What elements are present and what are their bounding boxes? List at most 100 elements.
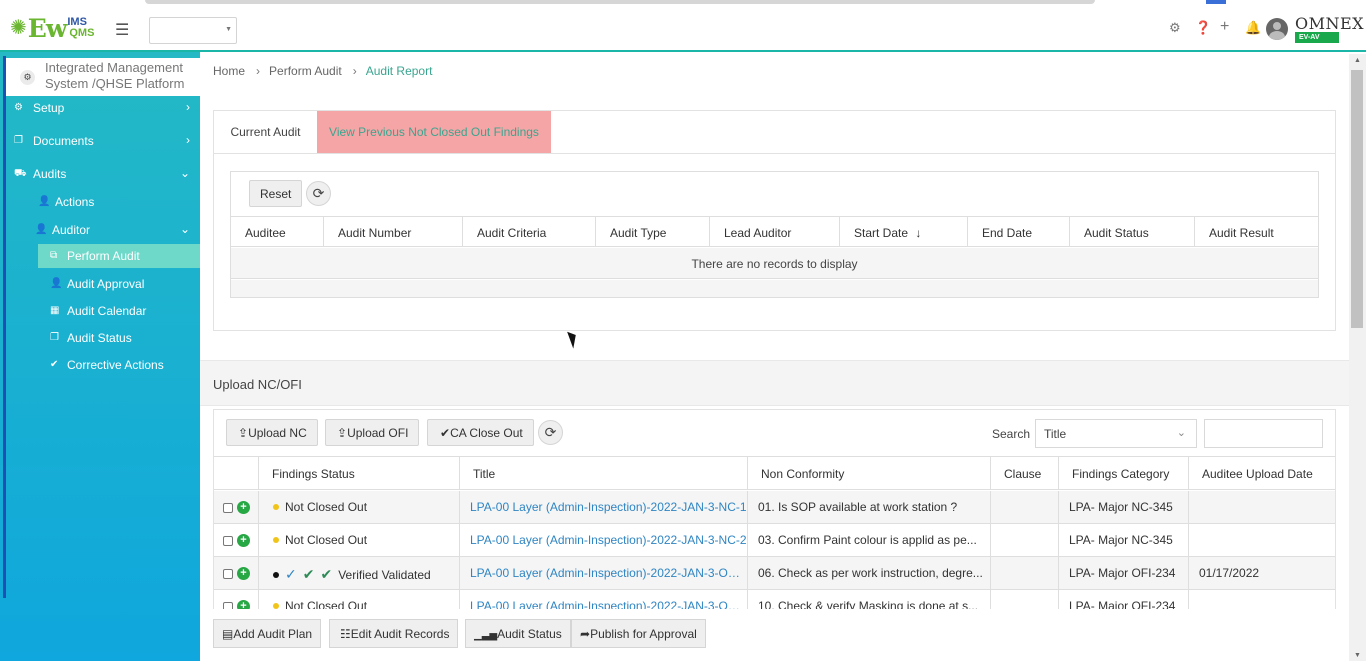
add-circle-icon[interactable]: + — [237, 534, 250, 547]
findings-header: Findings Status Title Non Conformity Cla… — [214, 456, 1335, 490]
finding-title-link[interactable]: LPA-00 Layer (Admin-Inspection)-2022-JAN… — [460, 491, 748, 523]
search-field-select[interactable]: Title ⌄ — [1035, 419, 1197, 448]
column-auditee-upload-date[interactable]: Auditee Upload Date — [1189, 457, 1335, 490]
app-logo[interactable]: ✺ Ew IMS QMS — [10, 14, 95, 43]
settings-gear-icon[interactable]: ⚙ — [1169, 20, 1181, 36]
logo-qms: QMS — [69, 27, 95, 39]
sidebar-item-label: Corrective Actions — [67, 358, 164, 372]
add-audit-plan-button[interactable]: ▤Add Audit Plan — [213, 619, 322, 648]
platform-gear-icon: ⚙ — [20, 70, 35, 85]
table-row[interactable]: + Not Closed Out LPA-00 Layer (Admin-Ins… — [214, 491, 1335, 524]
sidebar-item-label: Actions — [55, 195, 95, 209]
column-audit-type[interactable]: Audit Type — [596, 217, 710, 247]
audit-grid: Reset ⟳ Auditee Audit Number Audit Crite… — [230, 171, 1319, 298]
sidebar-item-perform-audit[interactable]: ⧉ Perform Audit — [38, 244, 200, 268]
breadcrumb-current: Audit Report — [365, 64, 433, 78]
row-select-cell: + — [214, 491, 259, 523]
audit-status-button[interactable]: ▁▃▅Audit Status — [465, 619, 571, 648]
chevron-right-icon: › — [186, 100, 190, 114]
table-row[interactable]: + Not Closed Out LPA-00 Layer (Admin-Ins… — [214, 524, 1335, 557]
upload-icon: ⇪ — [337, 426, 348, 440]
column-end-date[interactable]: End Date — [968, 217, 1070, 247]
tab-bar: Current Audit View Previous Not Closed O… — [214, 111, 1335, 154]
sidebar-item-setup[interactable]: ⚙ Setup › — [0, 96, 200, 120]
refresh-icon[interactable]: ⟳ — [538, 420, 563, 445]
sidebar-item-label: Setup — [33, 101, 65, 115]
ca-close-out-button[interactable]: ✔CA Close Out — [427, 419, 534, 446]
list-icon: ☷ — [340, 627, 351, 641]
breadcrumb-separator-icon: › — [256, 64, 261, 78]
column-findings-status[interactable]: Findings Status — [259, 457, 460, 490]
publish-for-approval-label: Publish for Approval — [590, 627, 697, 641]
calendar-icon: ▦ — [50, 305, 60, 316]
breadcrumb-home[interactable]: Home — [213, 64, 245, 78]
brand-badge: EV-AV — [1295, 32, 1339, 43]
audits-icon: ⛟ — [14, 168, 27, 179]
chevron-right-icon: › — [186, 133, 190, 147]
sidebar-item-documents[interactable]: ❐ Documents › — [0, 129, 200, 153]
help-icon[interactable]: ❓ — [1195, 20, 1211, 36]
chevron-down-icon: ⌄ — [1176, 427, 1186, 439]
finding-title-link[interactable]: LPA-00 Layer (Admin-Inspection)-2022-JAN… — [460, 557, 748, 589]
scroll-up-arrow-icon[interactable]: ▲ — [1354, 57, 1361, 64]
sidebar-item-audit-status[interactable]: ❐ Audit Status — [0, 326, 200, 350]
column-audit-criteria[interactable]: Audit Criteria — [463, 217, 596, 247]
sidebar-item-audit-calendar[interactable]: ▦ Audit Calendar — [0, 299, 200, 323]
scrollbar-thumb[interactable] — [1351, 70, 1363, 328]
notification-bell-icon[interactable]: 🔔 — [1245, 20, 1261, 36]
tab-previous-findings[interactable]: View Previous Not Closed Out Findings — [317, 111, 551, 153]
column-clause[interactable]: Clause — [991, 457, 1059, 490]
column-auditee[interactable]: Auditee — [231, 217, 324, 247]
platform-title: Integrated Management System /QHSE Platf… — [45, 60, 185, 91]
sidebar-item-actions[interactable]: 👤 Actions — [0, 190, 200, 214]
column-audit-status[interactable]: Audit Status — [1070, 217, 1195, 247]
upload-nc-button[interactable]: ⇪Upload NC — [226, 419, 318, 446]
reset-button[interactable]: Reset — [249, 180, 303, 207]
column-audit-number[interactable]: Audit Number — [324, 217, 463, 247]
sidebar-item-corrective-actions[interactable]: ✔ Corrective Actions — [0, 353, 200, 377]
status-cell: Not Closed Out — [259, 524, 460, 556]
search-input[interactable] — [1204, 419, 1323, 448]
scroll-down-arrow-icon[interactable]: ▼ — [1354, 652, 1361, 659]
category-text: LPA- Major OFI-234 — [1059, 557, 1189, 589]
sidebar-item-label: Audit Approval — [67, 277, 145, 291]
horizontal-scrollbar[interactable] — [145, 0, 1095, 4]
cogs-icon: ⚙ — [14, 102, 23, 113]
user-cog-icon: 👤 — [38, 196, 51, 207]
breadcrumb-perform-audit[interactable]: Perform Audit — [269, 64, 342, 78]
column-non-conformity[interactable]: Non Conformity — [748, 457, 991, 490]
status-cell: Not Closed Out — [259, 491, 460, 523]
tab-current-audit[interactable]: Current Audit — [214, 111, 317, 153]
vertical-scrollbar[interactable]: ▲ ▼ — [1349, 54, 1366, 661]
column-start-date[interactable]: Start Date ↓ — [840, 217, 968, 247]
user-avatar[interactable] — [1266, 18, 1288, 40]
refresh-icon[interactable]: ⟳ — [306, 181, 331, 206]
sidebar-item-audits[interactable]: ⛟ Audits ⌄ — [0, 162, 200, 186]
row-checkbox[interactable] — [223, 536, 233, 546]
add-icon[interactable]: + — [1220, 18, 1229, 36]
check-circle-icon: ✔ — [440, 426, 451, 440]
column-lead-auditor[interactable]: Lead Auditor — [710, 217, 840, 247]
sidebar-header[interactable]: ⚙ Integrated Management System /QHSE Pla… — [6, 58, 200, 96]
edit-audit-records-button[interactable]: ☷Edit Audit Records — [329, 619, 459, 648]
column-title[interactable]: Title — [460, 457, 748, 490]
logo-sun-icon: ✺ — [10, 17, 27, 39]
add-circle-icon[interactable]: + — [237, 567, 250, 580]
sidebar-item-auditor[interactable]: 👤 Auditor ⌄ — [0, 218, 200, 242]
status-dot-icon — [273, 537, 279, 543]
add-circle-icon[interactable]: + — [237, 501, 250, 514]
column-audit-result[interactable]: Audit Result — [1195, 217, 1318, 247]
brand-name: OMNEX — [1295, 14, 1365, 33]
row-checkbox[interactable] — [223, 569, 233, 579]
publish-for-approval-button[interactable]: ➦Publish for Approval — [571, 619, 706, 648]
finding-title-link[interactable]: LPA-00 Layer (Admin-Inspection)-2022-JAN… — [460, 524, 748, 556]
module-select[interactable]: ▼ — [149, 17, 237, 44]
row-checkbox[interactable] — [223, 503, 233, 513]
hamburger-menu-icon[interactable]: ☰ — [115, 20, 129, 40]
sidebar-item-label: Audit Calendar — [67, 304, 147, 318]
upload-ofi-button[interactable]: ⇪Upload OFI — [325, 419, 420, 446]
column-findings-category[interactable]: Findings Category — [1059, 457, 1189, 490]
sidebar-item-audit-approval[interactable]: 👤 Audit Approval — [0, 272, 200, 296]
upload-date-text: 01/17/2022 — [1199, 566, 1260, 580]
table-row[interactable]: + ✓ ✔ ✔ Verified Validated LPA-00 Layer (Ad… — [214, 557, 1335, 590]
